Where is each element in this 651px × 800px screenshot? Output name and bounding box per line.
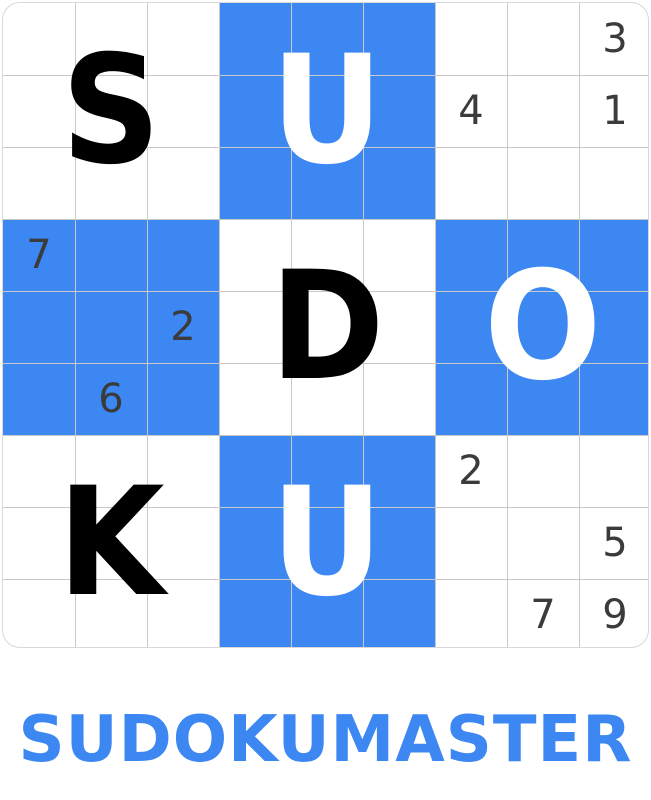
block-letter-o: O (435, 219, 648, 435)
block-letter-glyph: D (269, 240, 385, 414)
block-letter-glyph: O (484, 240, 602, 414)
block-letter-glyph: K (57, 456, 165, 630)
given-digit-cell[interactable]: 7 (507, 579, 579, 647)
block-letter-glyph: U (270, 24, 384, 198)
given-digit-cell[interactable]: 3 (579, 3, 648, 75)
block-letter-u: U (219, 435, 435, 647)
sudoku-board: SUDOKU 3417262579 (2, 2, 649, 648)
brand-logo-text: SUDOKUMASTER (18, 703, 633, 777)
given-digit-cell[interactable]: 2 (435, 435, 507, 507)
block-letter-d: D (219, 219, 435, 435)
given-digit-cell[interactable]: 2 (147, 291, 219, 363)
block-letter-s: S (3, 3, 219, 219)
given-digit-cell[interactable]: 6 (75, 363, 147, 435)
given-digit-cell[interactable]: 7 (3, 219, 75, 291)
block-letter-u: U (219, 3, 435, 219)
given-digit-cell[interactable]: 9 (579, 579, 648, 647)
given-digit-cell[interactable]: 1 (579, 75, 648, 147)
block-letter-glyph: S (61, 24, 161, 198)
block-letter-k: K (3, 435, 219, 647)
given-digit-cell[interactable]: 4 (435, 75, 507, 147)
block-letter-glyph: U (270, 456, 384, 630)
given-digit-cell[interactable]: 5 (579, 507, 648, 579)
